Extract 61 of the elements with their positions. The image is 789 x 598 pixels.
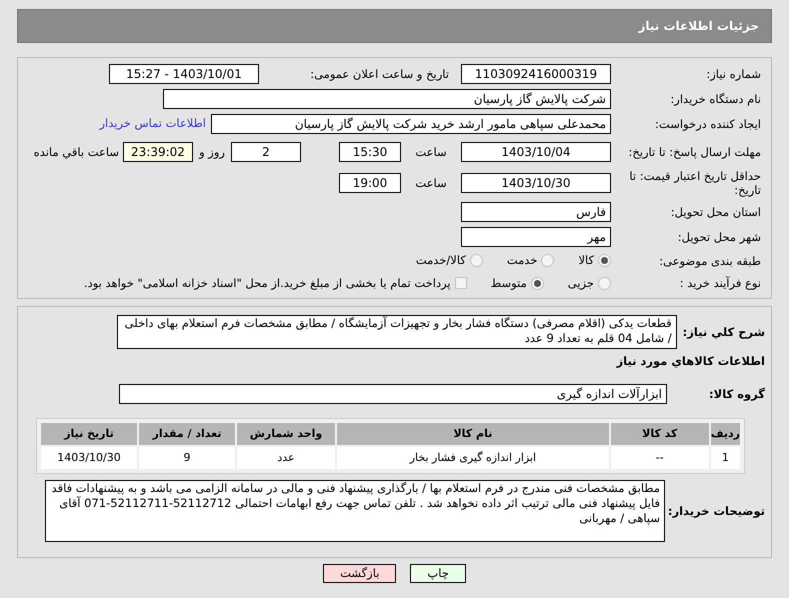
text-field[interactable]: 1103092416000319 [461, 64, 611, 84]
section-heading: اطلاعات کالاهاي مورد نیاز [615, 353, 765, 370]
countdown-field[interactable]: 23:39:02 [123, 142, 193, 162]
field-label: نوع فرآیند خرید : [678, 276, 761, 290]
field-label: شماره نیاز: [705, 67, 761, 81]
back-button[interactable]: بازگشت [323, 564, 396, 583]
field-label: توضیحات خریدار: [666, 504, 765, 518]
column-header: تعداد / مقدار [139, 423, 235, 446]
text-field[interactable]: 1403/10/01 - 15:27 [109, 64, 259, 84]
field-label: حداقل تاریخ اعتبار قیمت: تا تاریخ: [628, 169, 761, 198]
radio-button[interactable] [598, 276, 611, 290]
radio-button[interactable] [470, 254, 483, 268]
contact-link[interactable]: اطلاعات تماس خریدار [99, 115, 206, 133]
table-cell: 1403/10/30 [41, 447, 137, 470]
table-cell: 1 [710, 447, 740, 470]
radio-button[interactable] [598, 254, 611, 268]
column-header: نام کالا [337, 423, 609, 446]
field-label: روز و [198, 144, 226, 159]
table-cell: -- [610, 447, 709, 470]
column-header: واحد شمارش [237, 423, 335, 446]
table-cell: عدد [237, 447, 335, 470]
notes-textarea[interactable]: مطابق مشخصات فنی مندرج در فرم استعلام بها / بارگذاری پیشنهاد فنی و مالی در سامانه الزامی می باشد و به پیشنهادات فاقد فایل پیشنهاد فنی مالی ترتیب اثر داده نخواهد شد . تلفن تماس جهت رفع ابهامات احتمالی 52112712-52112711-071 آقای سپاهی / مهربانی [45, 480, 665, 542]
text-field[interactable]: 1403/10/30 [461, 173, 611, 194]
text-field[interactable]: 19:00 [339, 173, 401, 194]
column-header: کد کالا [610, 423, 709, 446]
field-label: نام دستگاه خریدار: [669, 92, 761, 106]
radio-label: کالا [578, 252, 594, 270]
column-header: ردیف [710, 423, 740, 446]
header-title: جزئیات اطلاعات نیاز [638, 18, 759, 35]
field-label: ساعت [414, 176, 448, 190]
field-label: ساعت باقي مانده [34, 144, 119, 159]
summary-textarea[interactable]: قطعات یدکی (اقلام مصرفی) دستگاه فشار بخار و تجهیزات آزمایشگاه / مطابق مشخصات فرم استعلام بهای داخلی / شامل 04 قلم به تعداد 9 عدد [116, 315, 677, 349]
radio-label: متوسط [490, 274, 527, 292]
print-button[interactable]: چاپ [410, 564, 466, 583]
field-label: استان محل تحویل: [670, 205, 761, 220]
text-field[interactable]: 15:30 [339, 142, 401, 162]
field-label: تاریخ و ساعت اعلان عمومی: [309, 67, 449, 81]
text-field[interactable]: محمدعلی سپاهی مامور ارشد خرید شرکت پالایش گاز پارسیان [211, 114, 611, 134]
radio-label: خدمت [506, 252, 538, 270]
field-label: شهر محل تحویل: [676, 230, 761, 244]
field-label: ایجاد کننده درخواست: [654, 117, 761, 131]
table-cell: ابزار اندازه گیری فشار بخار [337, 447, 609, 470]
text-field[interactable]: فارس [461, 202, 611, 222]
text-field[interactable]: مهر [461, 227, 611, 248]
text-field[interactable]: شرکت پالایش گاز پارسیان [163, 89, 611, 109]
field-label: طبقه بندی موضوعی: [658, 254, 761, 268]
column-header: تاریخ نیاز [41, 423, 137, 446]
treasury-text: پرداخت تمام یا بخشی از مبلغ خرید.از محل "اسناد خزانه اسلامی" خواهد بود. [84, 274, 451, 292]
radio-button[interactable] [530, 276, 544, 290]
field-label: ساعت [414, 144, 448, 159]
field-label: شرح کلي نیاز: [682, 325, 765, 339]
field-label: مهلت ارسال پاسخ: تا تاریخ: [627, 144, 761, 159]
field-label: گروه کالا: [708, 387, 765, 402]
checkbox[interactable] [454, 277, 467, 290]
radio-button[interactable] [541, 254, 554, 268]
radio-label: کالا/خدمت [416, 252, 466, 270]
text-field[interactable]: ابزارآلات اندازه گیری [119, 384, 667, 404]
table-cell: 9 [139, 447, 235, 470]
radio-label: جزیی [568, 274, 594, 292]
text-field[interactable]: 1403/10/04 [461, 142, 611, 162]
text-field[interactable]: 2 [231, 142, 301, 162]
